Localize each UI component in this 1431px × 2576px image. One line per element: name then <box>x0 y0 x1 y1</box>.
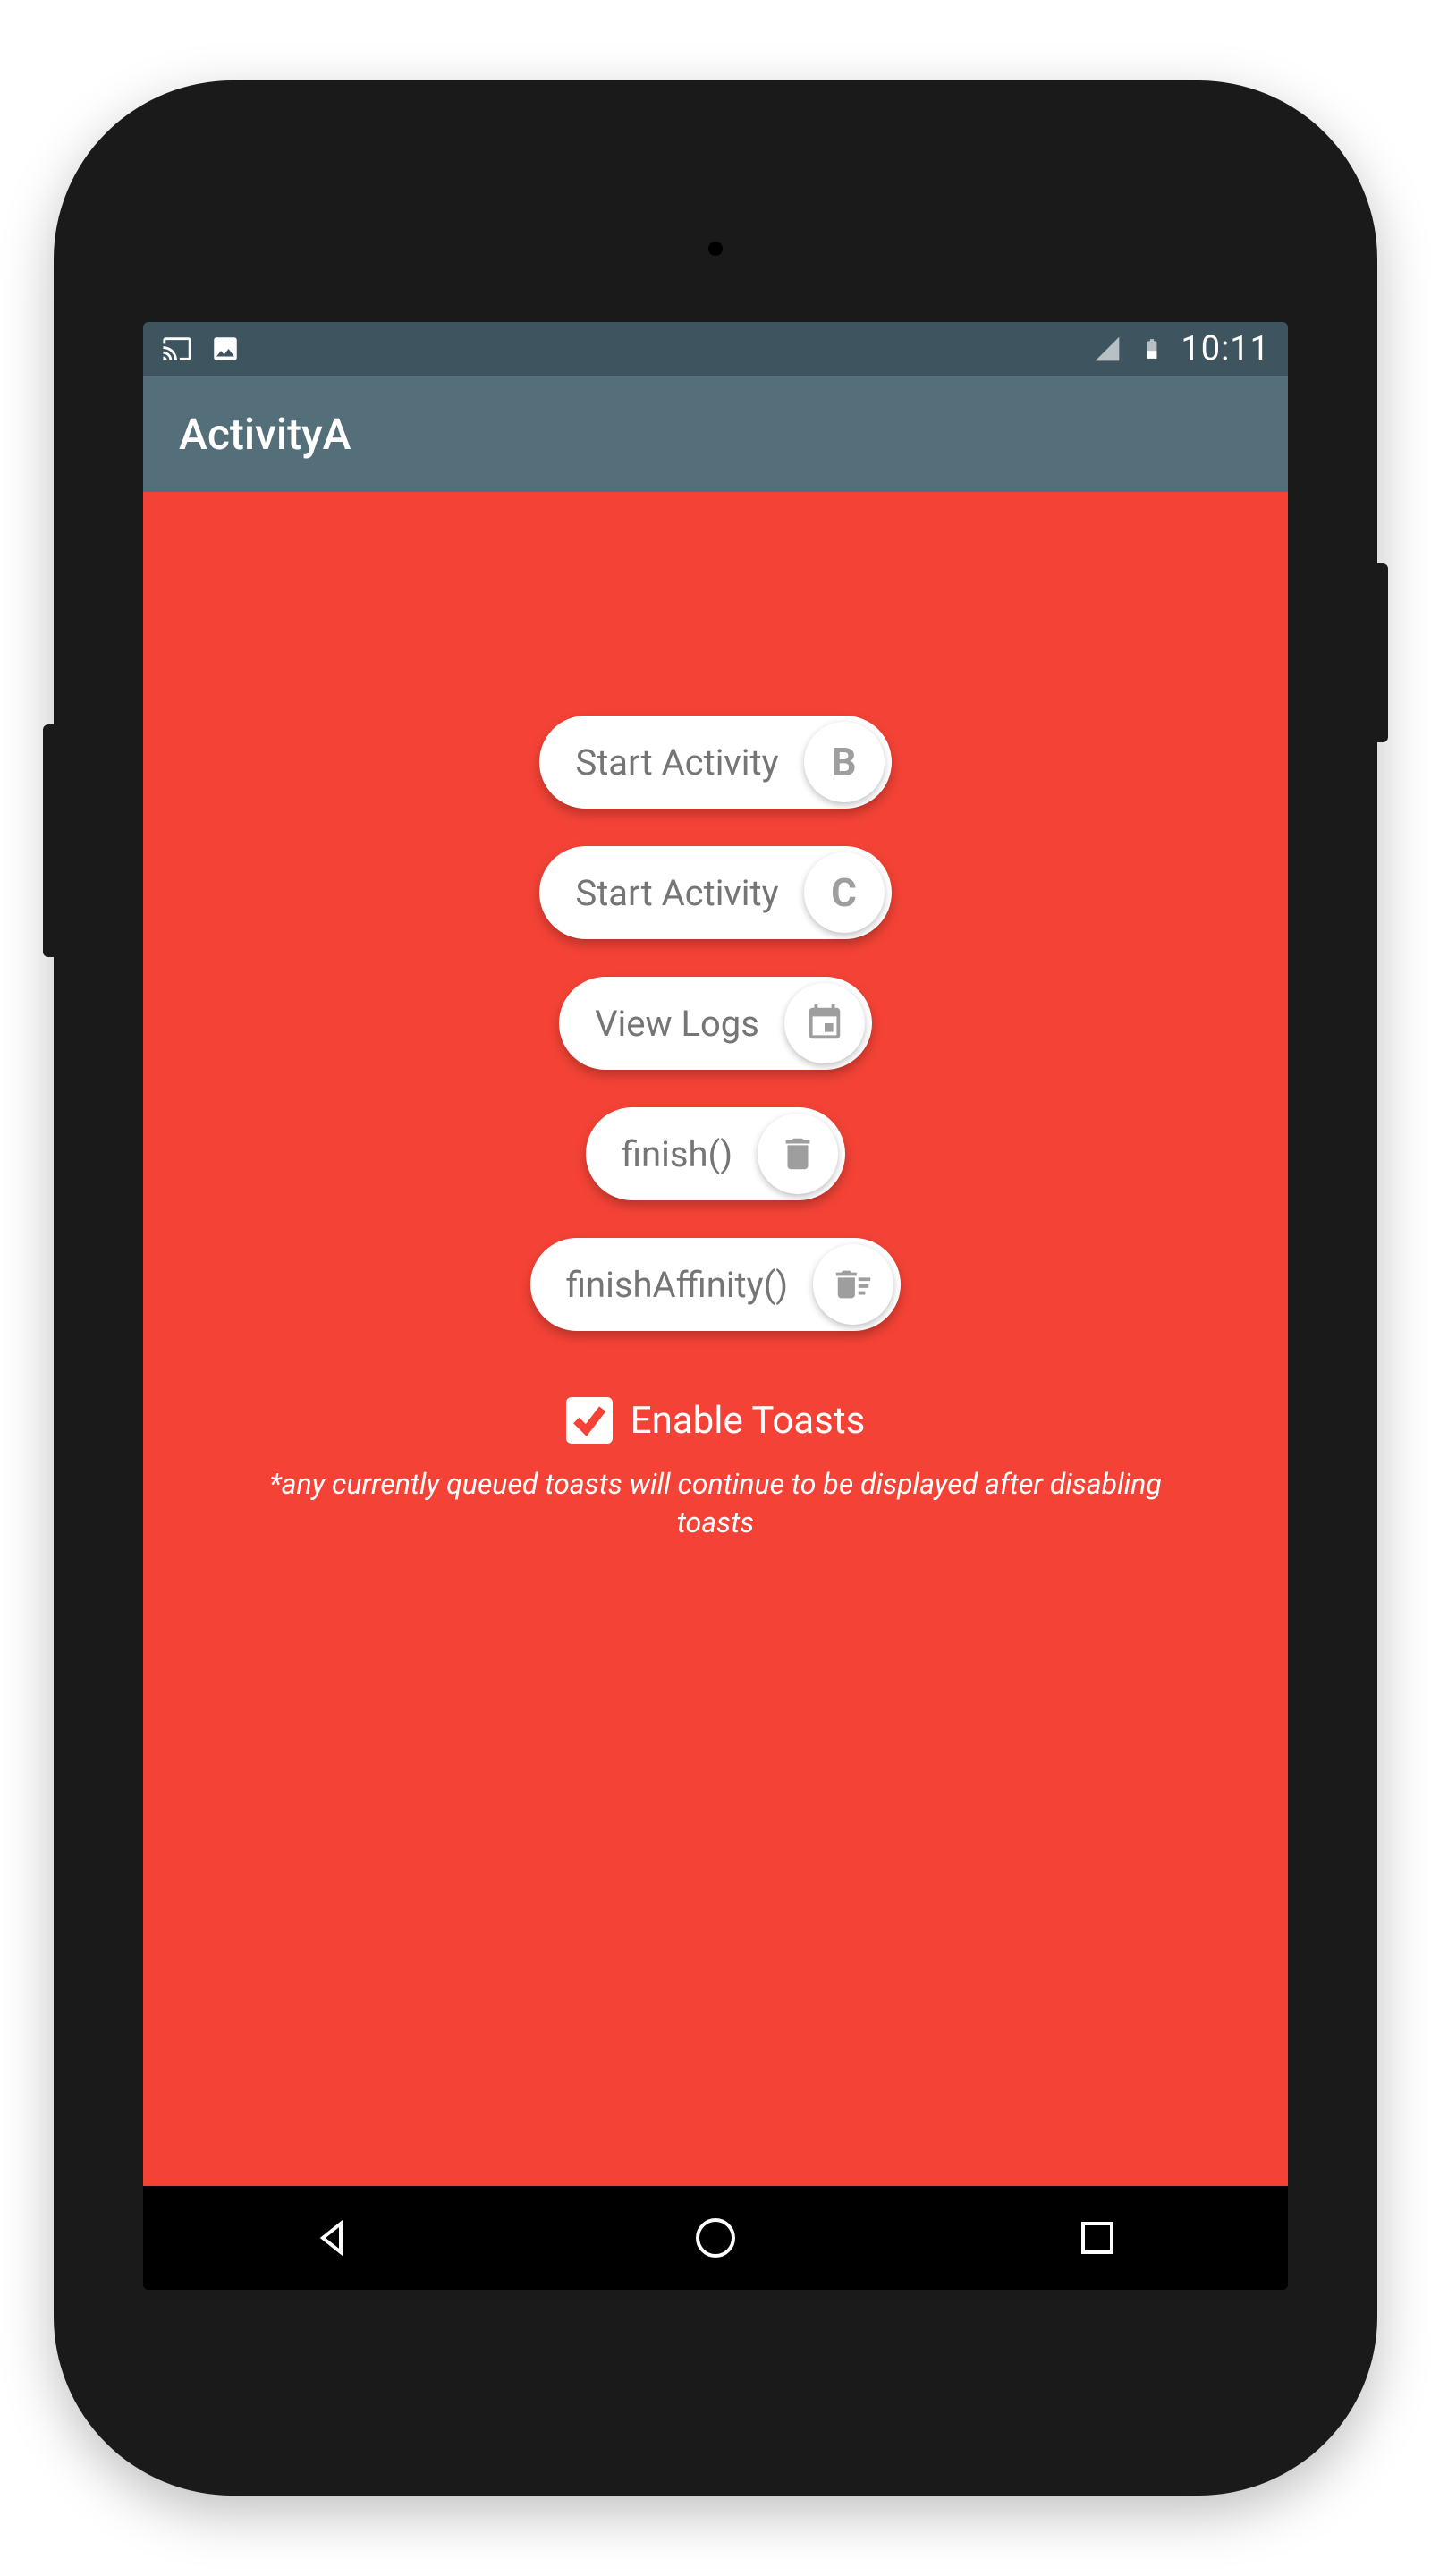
enable-toasts-row[interactable]: Enable Toasts <box>566 1397 866 1444</box>
button-label: finish() <box>622 1133 732 1175</box>
home-button[interactable] <box>689 2211 742 2265</box>
checkbox-checked[interactable] <box>566 1397 613 1444</box>
volume-button <box>43 724 54 957</box>
check-icon <box>570 1401 609 1440</box>
status-time: 10:11 <box>1181 329 1270 369</box>
status-bar: 10:11 <box>143 322 1288 376</box>
finish-button[interactable]: finish() <box>586 1107 845 1200</box>
back-icon <box>312 2216 355 2259</box>
app-bar: ActivityA <box>143 376 1288 492</box>
status-right: 10:11 <box>1091 329 1270 369</box>
content-area: Start Activity B Start Activity C View L… <box>143 492 1288 2186</box>
sweep-icon <box>813 1244 893 1325</box>
button-label: Start Activity <box>575 741 778 784</box>
chip-c: C <box>804 852 885 933</box>
footnote-text: *any currently queued toasts will contin… <box>259 1465 1172 1542</box>
page-title: ActivityA <box>179 409 351 460</box>
chip-letter: B <box>832 739 857 785</box>
calendar-icon <box>784 983 865 1063</box>
recents-icon <box>1078 2218 1117 2258</box>
battery-icon <box>1136 333 1168 365</box>
back-button[interactable] <box>307 2211 360 2265</box>
nav-bar <box>143 2186 1288 2290</box>
chip-letter: C <box>831 869 857 916</box>
start-activity-c-button[interactable]: Start Activity C <box>539 846 891 939</box>
image-icon <box>209 333 241 365</box>
screen: 10:11 ActivityA Start Activity B Start A… <box>143 322 1288 2290</box>
phone-speaker <box>708 242 723 256</box>
button-label: finishAffinity() <box>566 1264 788 1306</box>
trash-icon <box>758 1114 838 1194</box>
cast-icon <box>161 333 193 365</box>
phone-frame: 10:11 ActivityA Start Activity B Start A… <box>54 80 1377 2496</box>
checkbox-label: Enable Toasts <box>631 1399 866 1443</box>
view-logs-button[interactable]: View Logs <box>559 977 872 1070</box>
signal-icon <box>1091 333 1123 365</box>
button-label: Start Activity <box>575 872 778 914</box>
power-button <box>1377 564 1388 742</box>
recents-button[interactable] <box>1071 2211 1124 2265</box>
start-activity-b-button[interactable]: Start Activity B <box>539 716 891 809</box>
chip-b: B <box>804 722 885 802</box>
finish-affinity-button[interactable]: finishAffinity() <box>530 1238 901 1331</box>
home-icon <box>692 2215 739 2261</box>
button-stack: Start Activity B Start Activity C View L… <box>530 716 901 1331</box>
status-left <box>161 333 241 365</box>
button-label: View Logs <box>595 1003 759 1045</box>
